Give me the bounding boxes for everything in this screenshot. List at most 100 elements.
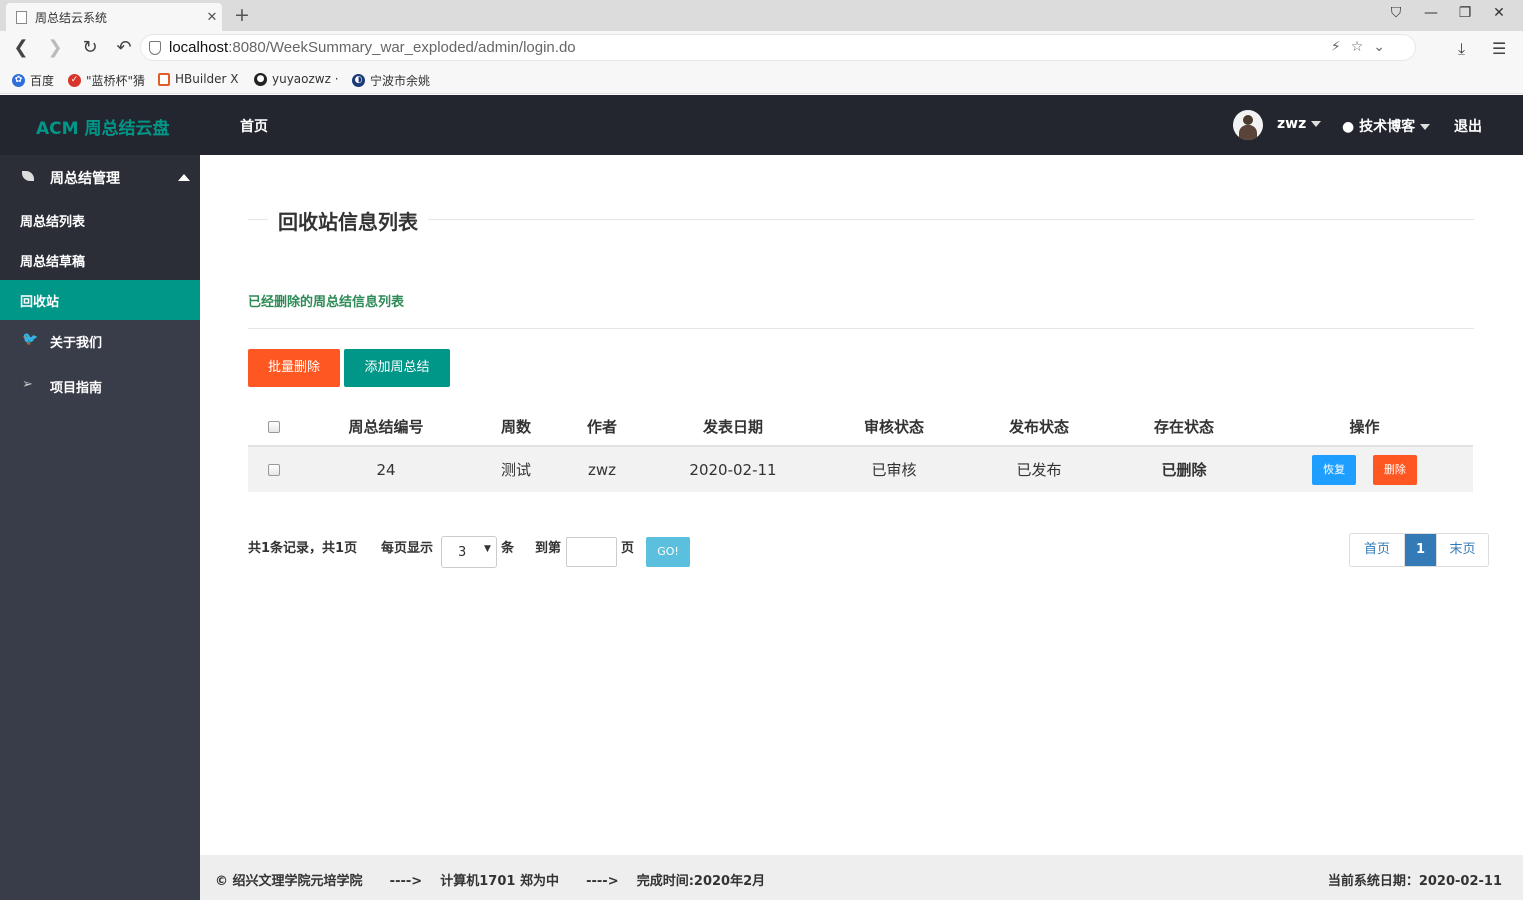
page-icon [16,10,27,24]
bookmark-label: "蓝桥杯"猜 [86,74,146,88]
sidebar-item-label: 关于我们 [50,336,103,351]
first-page-button[interactable]: 首页 [1350,534,1404,566]
bookmark-label: HBuilder X [175,72,239,86]
user-menu[interactable]: zwz [1277,116,1322,132]
col-review: 审核状态 [822,408,966,447]
pin-icon[interactable]: ⛉ [1386,5,1406,21]
cell-date: 2020-02-11 [644,446,822,492]
minimize-icon[interactable]: — [1421,5,1441,21]
hbuilder-icon [158,72,170,86]
delete-button[interactable]: 删除 [1372,454,1417,485]
bookmark-label: yuyaozwz · [272,72,339,86]
bookmark-hbuilder[interactable]: HBuilder X [158,72,239,86]
footer-system-date: 当前系统日期：2020-02-11 [1327,874,1502,889]
cell-exist: 已删除 [1112,446,1256,492]
sidebar-item-recycle-bin[interactable]: 回收站 [0,280,200,320]
chevron-up-icon [178,174,190,181]
sidebar-item-guide[interactable]: ➢ 项目指南 [0,364,200,409]
table-row: 24 测试 zwz 2020-02-11 已审核 已发布 已删除 恢复 删除 [248,446,1473,492]
logout-link[interactable]: 退出 [1454,116,1482,136]
tab-close-icon[interactable]: ✕ [202,10,222,25]
bookmark-label: 宁波市余姚 [370,74,431,88]
bookmark-github[interactable]: ● yuyaozwz · [254,72,339,86]
avatar[interactable] [1233,110,1263,140]
back-icon[interactable]: ❮ [10,37,32,58]
recycle-table: 周总结编号 周数 作者 发表日期 审核状态 发布状态 存在状态 操作 24 测试… [248,408,1473,492]
current-page-button[interactable]: 1 [1404,534,1436,566]
close-window-icon[interactable]: ✕ [1489,5,1509,21]
restore-button[interactable]: 恢复 [1312,454,1357,485]
paper-plane-icon: ➢ [22,377,33,392]
cell-id: 24 [300,446,472,492]
goto-page-input[interactable] [566,537,617,567]
page-subtitle: 已经删除的周总结信息列表 [248,295,405,310]
dropdown-arrow-icon: ▼ [484,544,491,554]
batch-delete-button[interactable]: 批量删除 [248,349,340,387]
go-button[interactable]: GO! [646,537,690,567]
select-all-checkbox[interactable] [268,421,280,433]
app-logo[interactable]: ACM 周总结云盘 [36,114,169,139]
url-host: localhost [169,39,229,56]
sidebar-group-label: 周总结管理 [50,171,120,187]
footer-credits: © 绍兴文理学院元培学院 ----> 计算机1701 郑为中 ----> 完成时… [215,874,766,889]
undo-icon[interactable]: ↶ [113,37,135,58]
url-path: :8080/WeekSummary_war_exploded/admin/log… [228,39,576,56]
divider [248,328,1474,329]
per-page-unit: 条 [501,541,515,556]
last-page-button[interactable]: 末页 [1436,534,1488,566]
bookmarks-bar: ✿ 百度 ✓ "蓝桥杯"猜 HBuilder X ● yuyaozwz · ◐ 宁波市余… [0,65,1523,94]
col-week: 周数 [472,408,560,447]
sidebar-item-label: 回收站 [20,295,60,310]
app-header: ACM 周总结云盘 首页 zwz ● 技术博客 退出 [0,95,1523,155]
new-tab-icon[interactable]: + [234,4,250,26]
main-content: 回收站信息列表 已经删除的周总结信息列表 批量删除 添加周总结 周总结编号 周数… [200,155,1523,855]
footer: © 绍兴文理学院元培学院 ----> 计算机1701 郑为中 ----> 完成时… [200,855,1523,900]
github-icon: ● [254,72,267,86]
url-field[interactable]: localhost:8080/WeekSummary_war_exploded/… [140,34,1416,61]
sidebar-item-label: 周总结草稿 [20,255,86,270]
col-actions: 操作 [1256,408,1473,447]
page-size-select[interactable]: 3 ▼ [441,536,497,568]
add-summary-button[interactable]: 添加周总结 [344,349,450,387]
url-action-icons[interactable]: ⚡☆⌄ [1331,39,1395,55]
browser-tab-bar: 周总结云系统 ✕ + ⛉ — ❐ ✕ [0,0,1523,31]
blog-menu[interactable]: ● 技术博客 [1342,116,1431,136]
bookmark-baidu[interactable]: ✿ 百度 [12,72,54,89]
blog-label: 技术博客 [1359,119,1416,135]
leaf-icon [22,171,34,181]
cell-actions: 恢复 删除 [1256,446,1473,492]
pagination: 首页 1 末页 [1349,533,1489,567]
col-author: 作者 [560,408,644,447]
bookmark-lanqiao[interactable]: ✓ "蓝桥杯"猜 [68,72,145,89]
github-icon: ● [1342,119,1355,135]
forward-icon[interactable]: ❯ [44,37,66,58]
per-page-label: 每页显示 [381,541,434,556]
nav-home-link[interactable]: 首页 [240,116,268,136]
menu-icon[interactable]: ☰ [1492,39,1506,58]
security-shield-icon [149,41,161,55]
goto-unit: 页 [621,541,635,556]
pager-summary: 共1条记录，共1页 [248,541,358,556]
restore-icon[interactable]: ❐ [1455,5,1475,21]
download-icon[interactable]: ⤓ [1458,39,1465,59]
sidebar-item-drafts[interactable]: 周总结草稿 [0,240,200,280]
user-name: zwz [1277,116,1307,132]
cell-publish: 已发布 [966,446,1112,492]
reload-icon[interactable]: ↻ [79,37,101,58]
chevron-down-icon [1311,121,1322,127]
row-checkbox[interactable] [268,464,280,476]
lanqiao-icon: ✓ [68,74,81,87]
browser-tab[interactable]: 周总结云系统 ✕ [6,3,222,31]
cell-author: zwz [560,446,644,492]
bookmark-ningbo[interactable]: ◐ 宁波市余姚 [352,72,430,89]
sidebar: 周总结管理 周总结列表 周总结草稿 回收站 🐦 关于我们 ➢ 项目指南 [0,155,200,900]
sidebar-item-label: 项目指南 [50,381,103,396]
page-title: 回收站信息列表 [268,206,428,235]
sidebar-group-summary-management[interactable]: 周总结管理 [0,155,200,200]
url-text: localhost:8080/WeekSummary_war_exploded/… [169,39,576,56]
address-bar: ❮ ❯ ↻ ↶ localhost:8080/WeekSummary_war_e… [0,31,1523,85]
sidebar-item-summary-list[interactable]: 周总结列表 [0,200,200,240]
chevron-down-icon [1420,124,1431,130]
sidebar-item-about[interactable]: 🐦 关于我们 [0,319,200,364]
cell-review: 已审核 [822,446,966,492]
